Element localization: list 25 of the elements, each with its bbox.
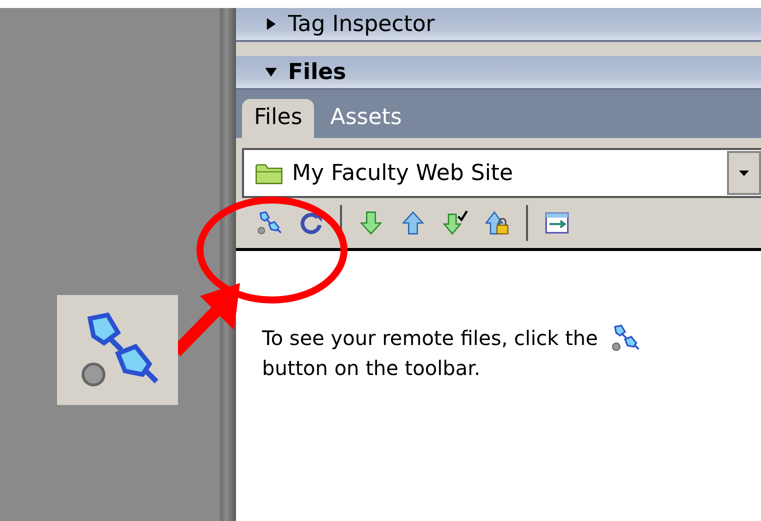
- dropdown-arrow-button[interactable]: [727, 151, 761, 195]
- down-arrow-icon: [358, 210, 384, 236]
- expanded-triangle-icon: [264, 65, 278, 79]
- site-dropdown[interactable]: My Faculty Web Site: [242, 148, 761, 198]
- panel-header[interactable]: Tag Inspector: [236, 8, 761, 42]
- tab[interactable]: Files: [242, 99, 314, 138]
- up-arrow-lock-icon: [484, 210, 510, 236]
- collapsed-triangle-icon: [264, 17, 278, 31]
- put-button[interactable]: [400, 210, 426, 236]
- plug-icon: [256, 210, 282, 236]
- plug-icon: [610, 323, 640, 353]
- check-in-button[interactable]: [484, 210, 510, 236]
- tab[interactable]: Assets: [318, 99, 414, 138]
- panel-header[interactable]: Files: [236, 56, 761, 90]
- refresh-icon: [298, 210, 324, 236]
- up-arrow-icon: [400, 210, 426, 236]
- expand-button[interactable]: [544, 210, 570, 236]
- message-text: To see your remote files, click the: [262, 325, 598, 352]
- get-button[interactable]: [358, 210, 384, 236]
- check-out-button[interactable]: [442, 210, 468, 236]
- down-arrow-check-icon: [442, 210, 468, 236]
- refresh-button[interactable]: [298, 210, 324, 236]
- window-icon: [544, 210, 570, 236]
- message-text: button on the toolbar.: [262, 355, 482, 382]
- connect-button[interactable]: [256, 210, 282, 236]
